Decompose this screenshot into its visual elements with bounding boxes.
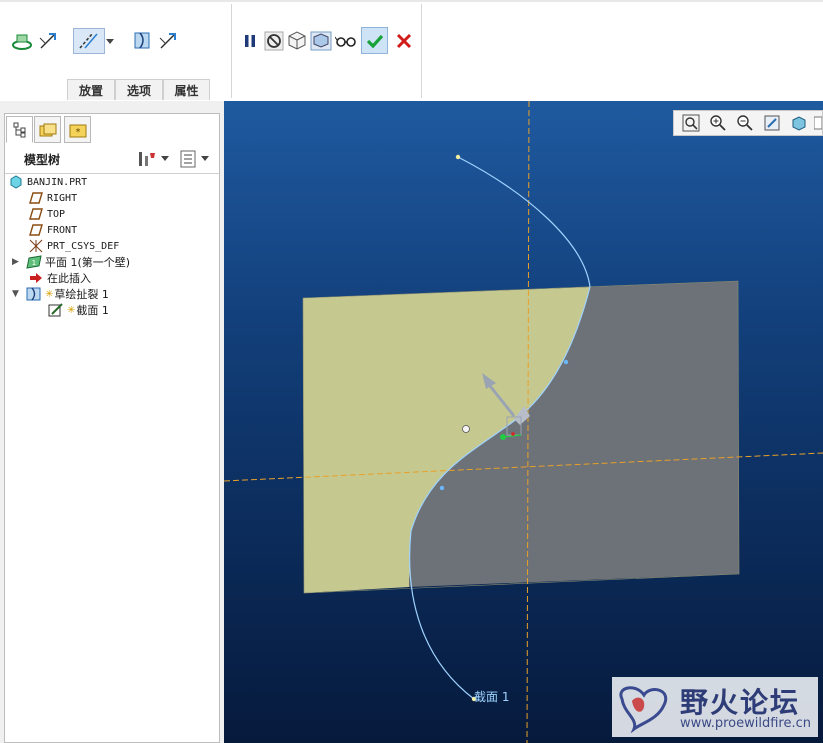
ribbon-group-separator bbox=[231, 4, 232, 98]
csys-origin bbox=[500, 434, 506, 440]
more-view-tools-icon[interactable] bbox=[814, 113, 822, 133]
tree-item-prt-csys-def[interactable]: PRT_CSYS_DEF bbox=[8, 238, 130, 254]
watermark-logo-icon bbox=[619, 686, 668, 734]
folder-browser-tab-icon[interactable] bbox=[34, 116, 61, 143]
curve-endpoint-top bbox=[455, 154, 461, 160]
watermark-title: 野火论坛 bbox=[680, 686, 801, 719]
rip-type-dropdown-arrow-icon[interactable] bbox=[104, 30, 116, 54]
cancel-button[interactable] bbox=[392, 29, 416, 53]
tree-item-label: BANJIN.PRT bbox=[27, 176, 88, 188]
datum-plane-icon bbox=[28, 223, 44, 237]
tree-item-section-1[interactable]: ✳ 截面 1 bbox=[8, 302, 130, 318]
confirm-button[interactable] bbox=[361, 27, 388, 54]
rip-type-toggle-icon[interactable] bbox=[73, 28, 105, 54]
new-feature-star-icon: ✳ bbox=[45, 288, 54, 300]
view-toolbar bbox=[673, 110, 823, 136]
curve-midpoint bbox=[439, 485, 445, 491]
sketch-placement-icon[interactable] bbox=[10, 29, 34, 53]
model-tree: BANJIN.PRT RIGHT TOP FRONT PRT_CSYS_DEF … bbox=[8, 174, 130, 318]
insert-here-arrow-icon bbox=[28, 271, 44, 285]
section-label: 截面 1 bbox=[474, 690, 510, 704]
tree-settings-icon[interactable] bbox=[137, 150, 157, 168]
sketched-rip-icon bbox=[26, 287, 42, 301]
tab-properties[interactable]: 属性 bbox=[163, 79, 210, 100]
refit-icon[interactable] bbox=[679, 113, 703, 133]
tab-placement[interactable]: 放置 bbox=[67, 79, 115, 100]
spin-center-marker bbox=[462, 425, 470, 433]
tree-item-front[interactable]: FRONT bbox=[8, 222, 130, 238]
part-icon bbox=[8, 175, 24, 189]
coordinate-system-icon bbox=[28, 239, 44, 253]
datum-plane-icon bbox=[28, 191, 44, 205]
sketch-rip-icon[interactable] bbox=[131, 29, 155, 53]
zoom-out-icon[interactable] bbox=[733, 113, 757, 133]
repaint-icon[interactable] bbox=[760, 113, 784, 133]
ribbon-group-separator bbox=[421, 4, 422, 98]
tree-item-top[interactable]: TOP bbox=[8, 206, 130, 222]
verify-mode-icon[interactable] bbox=[309, 29, 333, 53]
favorites-tab-icon[interactable]: * bbox=[64, 116, 91, 143]
zoom-in-icon[interactable] bbox=[706, 113, 730, 133]
tree-item-label: 在此插入 bbox=[47, 272, 91, 285]
flip-side-icon[interactable] bbox=[156, 29, 180, 53]
svg-text:1: 1 bbox=[32, 259, 36, 267]
sheetmetal-wall-icon: 1 bbox=[26, 255, 42, 269]
tree-item-label: 截面 1 bbox=[76, 304, 109, 317]
flip-direction-icon[interactable] bbox=[36, 29, 60, 53]
section-sketch-icon bbox=[48, 303, 64, 317]
tree-item-label: FRONT bbox=[47, 224, 78, 236]
watermark-url: www.proewildfire.cn bbox=[680, 716, 811, 731]
csys-red-dot bbox=[511, 432, 515, 436]
model-tree-settings-tools bbox=[137, 150, 209, 168]
expand-arrow-icon[interactable]: ▶ bbox=[12, 257, 22, 267]
tree-show-icon[interactable] bbox=[179, 150, 197, 168]
tree-item-insert-here[interactable]: 在此插入 bbox=[8, 270, 130, 286]
datum-plane-icon bbox=[28, 207, 44, 221]
model-graphics bbox=[224, 101, 823, 743]
tree-show-dropdown-icon[interactable] bbox=[201, 156, 209, 162]
pause-icon[interactable] bbox=[238, 29, 262, 53]
glasses-preview-icon[interactable] bbox=[334, 29, 358, 53]
no-preview-icon[interactable] bbox=[262, 29, 286, 53]
tree-settings-dropdown-icon[interactable] bbox=[161, 156, 169, 162]
collapse-arrow-icon[interactable]: ▼ bbox=[12, 289, 22, 299]
tree-item-label: 草绘扯裂 1 bbox=[54, 288, 109, 301]
tree-item-banjin-prt[interactable]: BANJIN.PRT bbox=[8, 174, 130, 190]
model-tree-tab-icon[interactable] bbox=[6, 116, 33, 143]
new-feature-star-icon: ✳ bbox=[67, 304, 76, 316]
shading-display-icon[interactable] bbox=[787, 113, 811, 133]
model-tree-title: 模型树 bbox=[24, 153, 61, 167]
tree-item-right[interactable]: RIGHT bbox=[8, 190, 130, 206]
tab-options[interactable]: 选项 bbox=[115, 79, 163, 100]
tree-item-plane-1[interactable]: ▶ 1 平面 1(第一个壁) bbox=[8, 254, 130, 270]
attached-preview-icon[interactable] bbox=[285, 29, 309, 53]
tree-item-label: RIGHT bbox=[47, 192, 78, 204]
tree-item-label: PRT_CSYS_DEF bbox=[47, 240, 120, 252]
tree-item-label: 平面 1(第一个壁) bbox=[45, 256, 131, 269]
tree-item-sketched-rip-1[interactable]: ▼ ✳ 草绘扯裂 1 bbox=[8, 286, 130, 302]
svg-text:*: * bbox=[75, 127, 80, 138]
curve-midpoint bbox=[563, 359, 569, 365]
ribbon-top-border bbox=[0, 0, 823, 2]
tree-item-label: TOP bbox=[47, 208, 66, 220]
